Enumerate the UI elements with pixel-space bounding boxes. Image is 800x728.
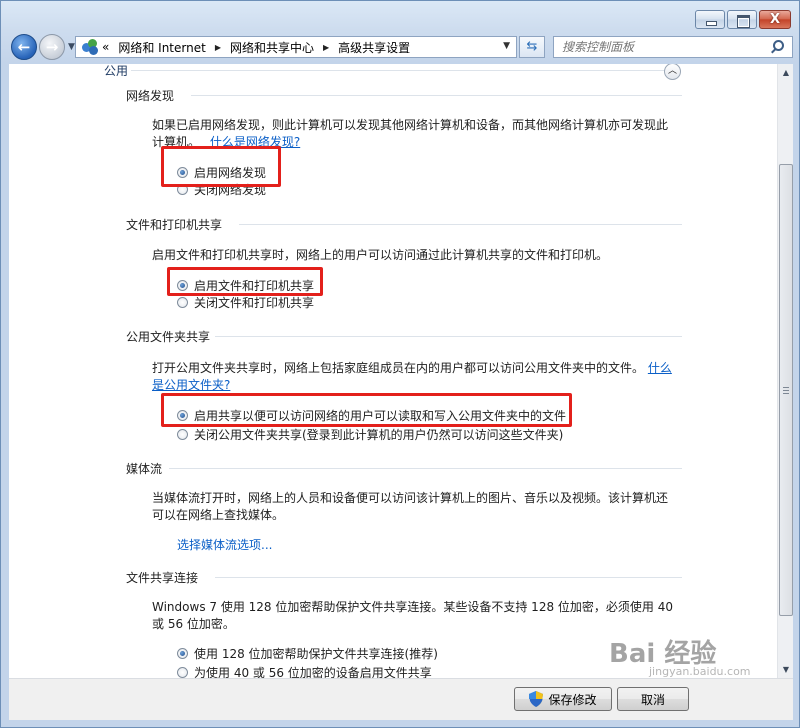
choose-media-streaming-link[interactable]: 选择媒体流选项... (177, 536, 272, 553)
section-title-file-printer-sharing: 文件和打印机共享 (126, 218, 223, 232)
radio-button[interactable] (177, 667, 188, 678)
network-icon (82, 39, 98, 55)
cancel-button-label: 取消 (640, 692, 665, 707)
search-icon[interactable] (770, 39, 784, 53)
uac-shield-icon (529, 691, 544, 707)
highlight-box (167, 267, 323, 296)
address-dropdown-icon[interactable]: ▼ (503, 41, 510, 51)
section-description: Windows 7 使用 128 位加密帮助保护文件共享连接。某些设备不支持 1… (152, 600, 673, 614)
arrow-right-icon: → (45, 38, 59, 56)
collapse-group-button[interactable]: ︿ (664, 64, 681, 80)
save-button-label: 保存修改 (548, 692, 597, 707)
breadcrumb-advanced-sharing[interactable]: 高级共享设置 (338, 39, 410, 56)
section-title-network-discovery: 网络发现 (126, 89, 175, 103)
section-description: 当媒体流打开时，网络上的人员和设备便可以访问该计算机上的图片、音乐以及视频。该计… (152, 491, 669, 505)
what-is-public-folder-link-cont[interactable]: 是公用文件夹? (152, 378, 230, 392)
section-title-file-sharing-connections: 文件共享连接 (126, 571, 199, 585)
search-box (553, 36, 793, 58)
forward-button[interactable]: → (39, 34, 65, 60)
arrow-left-icon: ← (17, 38, 31, 56)
refresh-icon: ⇆ (526, 39, 538, 54)
section-description-line2: 可以在网络上查找媒体。 (152, 508, 285, 522)
search-input[interactable] (560, 39, 770, 55)
radio-128-bit-encryption[interactable]: 使用 128 位加密帮助保护文件共享连接(推荐) (177, 645, 438, 662)
vertical-scrollbar[interactable]: ▲ ▼ (777, 64, 793, 678)
close-button[interactable]: X (759, 10, 791, 29)
radio-disable-public-folder-sharing[interactable]: 关闭公用文件夹共享(登录到此计算机的用户仍然可以访问这些文件夹) (177, 426, 563, 443)
nav-buttons: ← → ▼ (11, 34, 75, 60)
back-button[interactable]: ← (11, 34, 37, 60)
scrollbar-thumb[interactable] (779, 164, 793, 616)
control-panel-window: X ← → ▼ « 网络和 Internet ▶ 网络和共享中心 ▶ 高级共享设… (0, 0, 800, 728)
caption-buttons: X (695, 10, 791, 29)
breadcrumb-network-internet[interactable]: 网络和 Internet (118, 39, 205, 56)
scroll-up-icon[interactable]: ▲ (778, 64, 794, 81)
group-title-public: 公用 (104, 64, 129, 78)
radio-disable-file-printer-sharing[interactable]: 关闭文件和打印机共享 (177, 294, 314, 311)
radio-label: 使用 128 位加密帮助保护文件共享连接(推荐) (194, 647, 438, 661)
maximize-button[interactable] (727, 10, 757, 29)
breadcrumb-separator-icon[interactable]: ▶ (323, 43, 329, 52)
what-is-public-folder-link[interactable]: 什么 (648, 361, 672, 375)
scroll-down-icon[interactable]: ▼ (778, 661, 794, 678)
refresh-button[interactable]: ⇆ (519, 36, 545, 58)
radio-40-56-bit-encryption[interactable]: 为使用 40 或 56 位加密的设备启用文件共享 (177, 664, 432, 678)
settings-pane: 公用 ︿ 网络发现 如果已启用网络发现，则此计算机可以发现其他网络计算机和设备，… (9, 64, 777, 678)
minimize-button[interactable] (695, 10, 725, 29)
baidu-watermark-url: jingyan.baidu.com (649, 665, 751, 678)
highlight-box (161, 146, 281, 187)
radio-button[interactable] (177, 429, 188, 440)
radio-label: 关闭文件和打印机共享 (194, 296, 315, 310)
address-bar[interactable]: « 网络和 Internet ▶ 网络和共享中心 ▶ 高级共享设置 ▼ (75, 36, 517, 58)
section-description: 如果已启用网络发现，则此计算机可以发现其他网络计算机和设备，而其他网络计算机亦可… (152, 118, 669, 132)
section-description-line2: 或 56 位加密。 (152, 617, 235, 631)
breadcrumb: « 网络和 Internet ▶ 网络和共享中心 ▶ 高级共享设置 (102, 39, 410, 56)
radio-button[interactable] (177, 648, 188, 659)
cancel-button[interactable]: 取消 (617, 687, 689, 711)
footer-bar: 保存修改 取消 (9, 678, 793, 720)
radio-label: 关闭公用文件夹共享(登录到此计算机的用户仍然可以访问这些文件夹) (194, 428, 564, 442)
save-changes-button[interactable]: 保存修改 (514, 687, 612, 711)
radio-label: 为使用 40 或 56 位加密的设备启用文件共享 (194, 666, 432, 678)
breadcrumb-overflow[interactable]: « (102, 40, 109, 54)
section-description: 启用文件和打印机共享时，网络上的用户可以访问通过此计算机共享的文件和打印机。 (152, 248, 609, 262)
highlight-box (161, 393, 572, 427)
section-title-media-streaming: 媒体流 (126, 462, 163, 476)
radio-button[interactable] (177, 297, 188, 308)
section-description: 打开公用文件夹共享时，网络上包括家庭组成员在内的用户都可以访问公用文件夹中的文件… (152, 361, 645, 375)
close-icon: X (769, 12, 781, 27)
breadcrumb-network-sharing-center[interactable]: 网络和共享中心 (230, 39, 314, 56)
chevron-up-icon: ︿ (667, 66, 677, 76)
breadcrumb-separator-icon[interactable]: ▶ (215, 43, 221, 52)
section-title-public-folder-sharing: 公用文件夹共享 (126, 330, 211, 344)
recent-pages-dropdown-icon[interactable]: ▼ (68, 42, 75, 52)
